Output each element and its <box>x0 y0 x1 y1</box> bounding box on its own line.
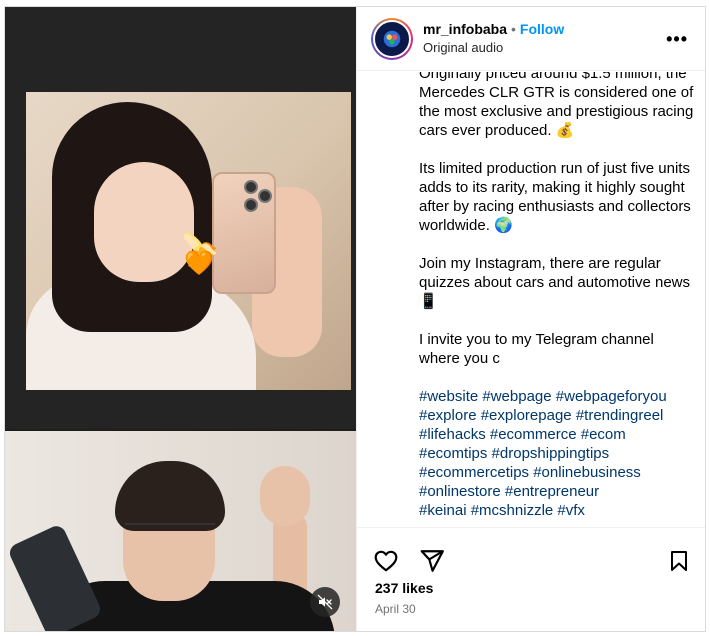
hashtag-link[interactable]: #webpage <box>482 388 551 405</box>
post-header: mr_infobaba • Follow Original audio ••• <box>357 7 705 71</box>
caption-paragraph: Join my Instagram, there are regular qui… <box>419 255 690 310</box>
more-options-icon[interactable]: ••• <box>666 30 688 48</box>
reaction-video-frame <box>5 431 356 631</box>
hashtag-link[interactable]: #mcshnizzle <box>471 502 554 519</box>
separator: • <box>511 21 516 38</box>
hashtag-link[interactable]: #ecom <box>581 426 626 443</box>
bookmark-icon[interactable] <box>667 548 691 574</box>
hashtag-link[interactable]: #dropshippingtips <box>492 445 610 462</box>
caption-paragraph: I invite you to my Telegram channel wher… <box>419 331 654 367</box>
post-date: April 30 <box>375 602 416 616</box>
post-dialog: 🍌 🧡 mr_infobaba • Follow Original audio … <box>4 6 706 632</box>
hashtag-link[interactable]: #explore <box>419 407 477 424</box>
username-link[interactable]: mr_infobaba <box>423 21 507 38</box>
caption-scroll-area[interactable]: Originally priced around $1.5 million, t… <box>357 72 705 526</box>
hashtag-link[interactable]: #ecommerce <box>490 426 577 443</box>
hashtag-link[interactable]: #webpageforyou <box>556 388 667 405</box>
heart-icon[interactable] <box>373 548 399 574</box>
video-top-panel: 🍌 🧡 <box>5 7 356 429</box>
like-count[interactable]: 237 likes <box>375 580 433 596</box>
selfie-video-frame: 🍌 🧡 <box>26 92 351 390</box>
hashtag-link[interactable]: #onlinebusiness <box>533 464 641 481</box>
hashtag-link[interactable]: #website <box>419 388 478 405</box>
hashtag-link[interactable]: #trendingreel <box>576 407 664 424</box>
post-side-panel: mr_infobaba • Follow Original audio ••• … <box>356 7 705 631</box>
hashtag-link[interactable]: #ecomtips <box>419 445 487 462</box>
original-audio-link[interactable]: Original audio <box>423 40 564 56</box>
heart-sticker: 🧡 <box>184 250 214 277</box>
speaker-muted-icon <box>317 594 333 610</box>
caption-text: Originally priced around $1.5 million, t… <box>419 72 695 520</box>
reel-video[interactable]: 🍌 🧡 <box>5 7 356 631</box>
caption-paragraph: Originally priced around $1.5 million, t… <box>419 72 694 139</box>
mute-button[interactable] <box>310 587 340 617</box>
hashtag-list: #website #webpage #webpageforyou #explor… <box>419 387 695 520</box>
brain-logo-icon <box>383 30 401 47</box>
caption-paragraph: Its limited production run of just five … <box>419 160 691 234</box>
hashtag-link[interactable]: #keinai <box>419 502 467 519</box>
hashtag-link[interactable]: #vfx <box>557 502 585 519</box>
hashtag-link[interactable]: #entrepreneur <box>505 483 599 500</box>
post-actions: 237 likes April 30 <box>357 527 705 631</box>
hashtag-link[interactable]: #lifehacks <box>419 426 486 443</box>
follow-button[interactable]: Follow <box>520 21 564 38</box>
send-icon[interactable] <box>419 548 445 574</box>
hashtag-link[interactable]: #explorepage <box>481 407 572 424</box>
hashtag-link[interactable]: #ecommercetips <box>419 464 529 481</box>
avatar[interactable] <box>371 17 413 60</box>
hashtag-link[interactable]: #onlinestore <box>419 483 501 500</box>
